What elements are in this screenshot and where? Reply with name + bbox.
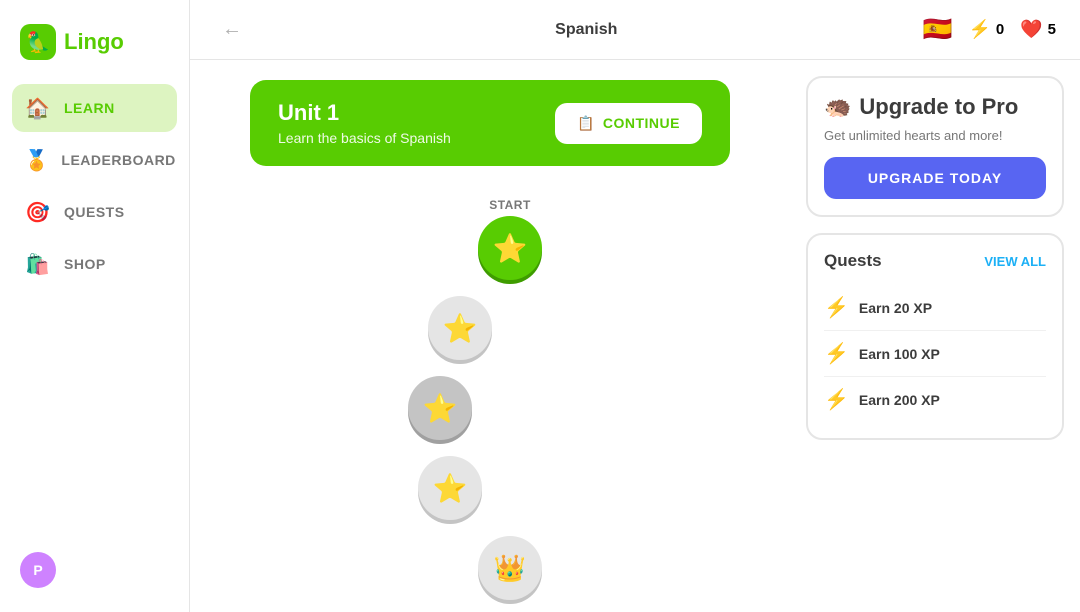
quest-lightning-icon-2: ⚡	[824, 341, 849, 366]
continue-button[interactable]: 📋 CONTINUE	[555, 103, 702, 144]
continue-icon: 📋	[577, 115, 595, 132]
quest-text-3: Earn 200 XP	[859, 392, 940, 408]
upgrade-description: Get unlimited hearts and more!	[824, 128, 1046, 143]
heart-icon: ❤️	[1020, 19, 1042, 40]
quest-text-1: Earn 20 XP	[859, 300, 932, 316]
quest-lightning-icon-1: ⚡	[824, 295, 849, 320]
node-2[interactable]: ⭐	[428, 296, 492, 360]
hearts-count: 5	[1048, 21, 1056, 38]
back-button[interactable]: ←	[214, 14, 250, 45]
view-all-link[interactable]: VIEW ALL	[984, 254, 1046, 269]
sidebar-label-quests: QUESTS	[64, 204, 125, 220]
language-title: Spanish	[555, 21, 617, 39]
logo-icon: 🦜	[20, 24, 56, 60]
streak-stat: ⚡ 0	[968, 19, 1004, 40]
path-container: START ⭐ ⭐ ⭐	[250, 190, 730, 608]
quests-card: Quests VIEW ALL ⚡ Earn 20 XP ⚡ Earn 100 …	[806, 233, 1064, 440]
upgrade-card: 🦔 Upgrade to Pro Get unlimited hearts an…	[806, 76, 1064, 217]
sidebar-item-shop[interactable]: 🛍️ SHOP	[12, 240, 177, 288]
unit1-banner: Unit 1 Learn the basics of Spanish 📋 CON…	[250, 80, 730, 166]
home-icon: 🏠	[24, 94, 52, 122]
start-label: START	[489, 198, 531, 212]
sidebar-label-learn: LEARN	[64, 100, 115, 116]
sidebar-item-quests[interactable]: 🎯 QUESTS	[12, 188, 177, 236]
node-crown[interactable]: 👑	[478, 536, 542, 600]
user-avatar[interactable]: P	[12, 544, 177, 596]
right-panel: 🦔 Upgrade to Pro Get unlimited hearts an…	[790, 60, 1080, 612]
node2-wrapper: ⭐	[428, 296, 492, 360]
node4-wrapper: ⭐	[418, 456, 482, 520]
upgrade-title: Upgrade to Pro	[859, 94, 1018, 120]
topbar-stats: 🇪🇸 ⚡ 0 ❤️ 5	[923, 15, 1056, 44]
unit1-title: Unit 1	[278, 100, 451, 126]
unit1-description: Learn the basics of Spanish	[278, 130, 451, 146]
shop-icon: 🛍️	[24, 250, 52, 278]
node-3[interactable]: ⭐	[408, 376, 472, 440]
node-start-wrapper: START ⭐	[478, 198, 542, 280]
node-crown-wrapper: 👑	[478, 536, 542, 600]
main-content: ← Spanish 🇪🇸 ⚡ 0 ❤️ 5 Unit 1 Learn the b…	[190, 0, 1080, 612]
avatar-initial: P	[20, 552, 56, 588]
node-4[interactable]: ⭐	[418, 456, 482, 520]
continue-label: CONTINUE	[603, 115, 680, 131]
leaderboard-icon: 🏅	[24, 146, 49, 174]
sidebar-item-leaderboard[interactable]: 🏅 LEADERBOARD	[12, 136, 177, 184]
lesson-path: Unit 1 Learn the basics of Spanish 📋 CON…	[190, 60, 790, 612]
sidebar-label-leaderboard: LEADERBOARD	[61, 152, 175, 168]
flag-icon: 🇪🇸	[923, 15, 953, 44]
upgrade-header: 🦔 Upgrade to Pro	[824, 94, 1046, 120]
unit1-info: Unit 1 Learn the basics of Spanish	[278, 100, 451, 146]
app-name: Lingo	[64, 29, 124, 55]
quest-item-3: ⚡ Earn 200 XP	[824, 377, 1046, 422]
star-locked-icon-3: ⭐	[423, 392, 458, 425]
quest-lightning-icon-3: ⚡	[824, 387, 849, 412]
lightning-icon: ⚡	[968, 19, 990, 40]
star-locked-icon-2: ⭐	[443, 312, 478, 345]
quests-icon: 🎯	[24, 198, 52, 226]
logo-area: 🦜 Lingo	[12, 16, 177, 80]
hearts-stat: ❤️ 5	[1020, 19, 1056, 40]
star-active-icon: ⭐	[493, 232, 528, 265]
quests-header: Quests VIEW ALL	[824, 251, 1046, 271]
content-area: Unit 1 Learn the basics of Spanish 📋 CON…	[190, 60, 1080, 612]
node-start[interactable]: ⭐	[478, 216, 542, 280]
sidebar-item-learn[interactable]: 🏠 LEARN	[12, 84, 177, 132]
upgrade-emoji: 🦔	[824, 94, 851, 120]
quest-text-2: Earn 100 XP	[859, 346, 940, 362]
star-locked-icon-4: ⭐	[433, 472, 468, 505]
sidebar-label-shop: SHOP	[64, 256, 106, 272]
crown-icon: 👑	[494, 553, 526, 584]
topbar: ← Spanish 🇪🇸 ⚡ 0 ❤️ 5	[190, 0, 1080, 60]
quest-item-1: ⚡ Earn 20 XP	[824, 285, 1046, 331]
node3-wrapper: ⭐	[408, 376, 472, 440]
streak-count: 0	[996, 21, 1004, 38]
sidebar: 🦜 Lingo 🏠 LEARN 🏅 LEADERBOARD 🎯 QUESTS 🛍…	[0, 0, 190, 612]
upgrade-button[interactable]: UPGRADE TODAY	[824, 157, 1046, 199]
quests-title: Quests	[824, 251, 882, 271]
quest-item-2: ⚡ Earn 100 XP	[824, 331, 1046, 377]
